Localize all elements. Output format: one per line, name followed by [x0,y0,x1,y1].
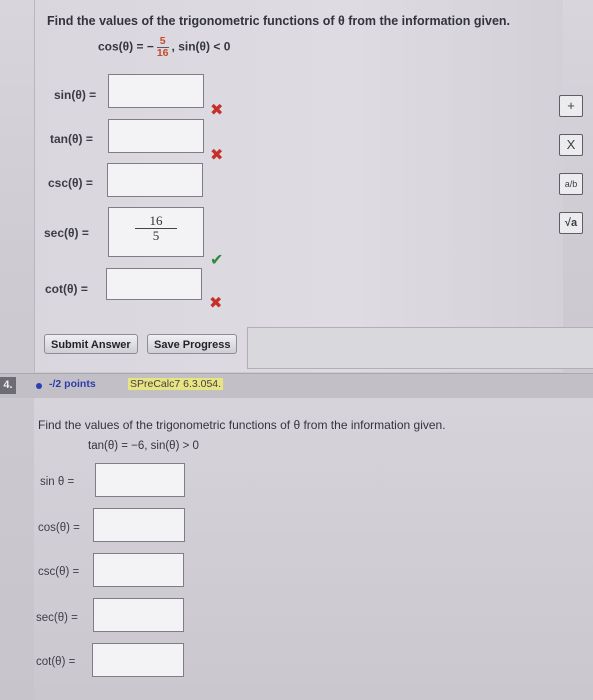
sec-numerator: 16 [135,214,177,229]
label-cot: cot(θ) = [36,656,76,668]
problem-4-given: tan(θ) = −6, sin(θ) > 0 [88,440,199,452]
label-tan: tan(θ) = [50,132,93,146]
label-sin: sin(θ) = [54,88,97,102]
given-lhs: cos(θ) = − [98,39,154,54]
correct-check-icon: ✔ [210,252,224,269]
answer-cos-input[interactable] [93,508,185,542]
save-progress-message-area [247,327,593,369]
plus-icon[interactable]: + [559,95,583,117]
submit-answer-button[interactable]: Submit Answer [44,334,138,354]
label-sec: sec(θ) = [44,226,89,240]
problem-3-prompt: Find the values of the trigonometric fun… [47,14,511,28]
answer-tan-input[interactable] [108,119,204,153]
answer-csc-input[interactable] [93,553,184,587]
status-dot-icon [36,383,42,389]
answer-sec-input[interactable]: 16 5 [108,207,204,257]
answer-cot-input[interactable] [92,643,184,677]
assignment-id: SPreCalc7 6.3.054. [128,378,224,390]
given-denominator: 16 [156,47,169,59]
label-sec: sec(θ) = [36,612,78,624]
answer-sin-input[interactable] [108,74,204,108]
given-fraction: 5 16 [156,36,169,59]
sec-denominator: 5 [152,228,160,243]
given-rhs: , sin(θ) < 0 [171,39,231,54]
label-csc: csc(θ) = [38,566,80,578]
answer-csc-input[interactable] [107,163,203,197]
points-label: -/2 points [49,378,96,390]
label-cot: cot(θ) = [45,282,88,296]
problem-3-given: cos(θ) = −5 16, sin(θ) < 0 [98,36,230,59]
label-csc: csc(θ) = [48,176,93,190]
save-progress-button[interactable]: Save Progress [147,334,238,354]
answer-sec-input[interactable] [93,598,184,632]
sqrt-icon[interactable]: √a [559,212,583,234]
incorrect-icon: ✖ [209,295,223,312]
problem-number: 4. [0,377,16,394]
incorrect-icon: ✖ [210,147,224,164]
answer-sin-input[interactable] [95,463,185,497]
incorrect-icon: ✖ [210,102,224,119]
label-sin: sin θ = [40,476,75,488]
answer-cot-input[interactable] [106,268,202,300]
times-icon[interactable]: X [559,134,583,156]
fraction-icon[interactable]: a/b [559,173,583,195]
webassign-page: Find the values of the trigonometric fun… [0,0,593,700]
problem-4-prompt: Find the values of the trigonometric fun… [38,418,446,432]
label-cos: cos(θ) = [38,522,80,534]
